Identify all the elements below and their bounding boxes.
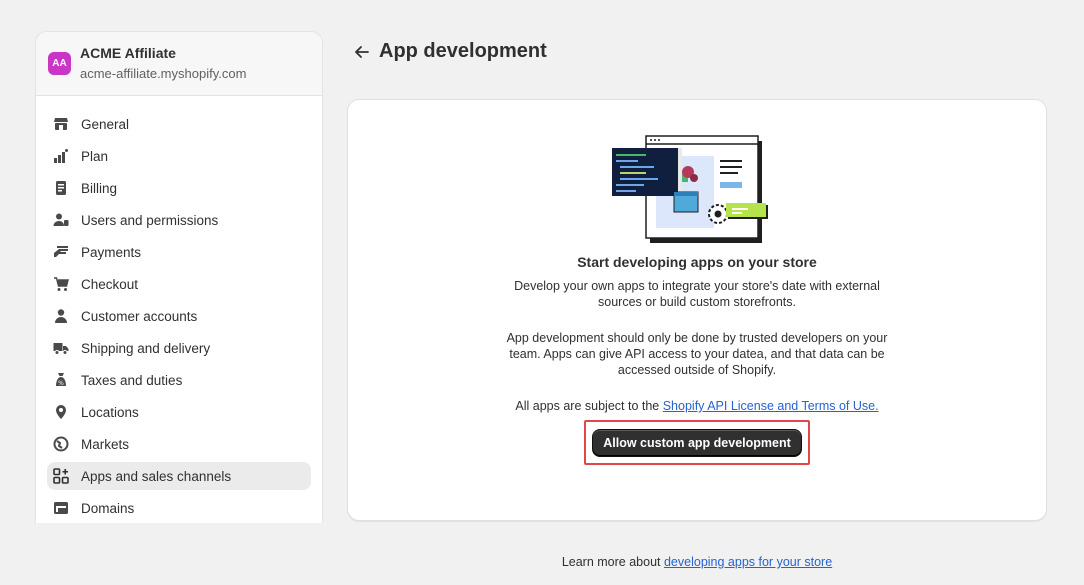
terms-prefix: All apps are subject to the — [515, 399, 663, 413]
app-development-card: Start developing apps on your store Deve… — [347, 99, 1047, 521]
sidebar-item-taxes[interactable]: % Taxes and duties — [47, 366, 311, 394]
store-avatar: AA — [48, 52, 71, 75]
sidebar-item-payments[interactable]: Payments — [47, 238, 311, 266]
sidebar-item-general[interactable]: General — [47, 110, 311, 138]
footer-link[interactable]: developing apps for your store — [664, 555, 832, 569]
users-icon — [53, 212, 69, 228]
sidebar-item-label: Domains — [81, 500, 135, 516]
footer-learn-more: Learn more about developing apps for you… — [347, 555, 1047, 569]
card-description-line: Develop your own apps to integrate your … — [514, 279, 880, 293]
back-arrow-icon[interactable] — [353, 43, 371, 61]
sidebar-item-plan[interactable]: Plan — [47, 142, 311, 170]
card-warning-line: team. Apps can give API access to your d… — [509, 347, 885, 361]
domains-icon — [53, 500, 69, 516]
sidebar-item-users[interactable]: Users and permissions — [47, 206, 311, 234]
person-icon — [53, 308, 69, 324]
sidebar-item-domains[interactable]: Domains — [47, 494, 311, 522]
plan-icon — [53, 148, 69, 164]
sidebar-item-markets[interactable]: Markets — [47, 430, 311, 458]
footer-prefix: Learn more about — [561, 555, 664, 569]
sidebar-item-label: Shipping and delivery — [81, 340, 211, 356]
truck-icon — [53, 340, 69, 356]
card-title: Start developing apps on your store — [577, 254, 817, 270]
sidebar-item-label: Billing — [81, 180, 118, 196]
card-warning-line: App development should only be done by t… — [506, 331, 888, 345]
card-description-line: sources or build custom storefronts. — [598, 295, 796, 309]
settings-nav: General Plan Billing Users and permissio… — [36, 96, 322, 522]
card-warning: App development should only be done by t… — [348, 330, 1046, 378]
card-description: Develop your own apps to integrate your … — [348, 278, 1046, 310]
svg-text:%: % — [58, 380, 64, 387]
store-name: ACME Affiliate — [80, 45, 176, 61]
sidebar-item-label: Markets — [81, 436, 130, 452]
terms-notice: All apps are subject to the Shopify API … — [348, 398, 1046, 414]
billing-icon — [53, 180, 69, 196]
globe-icon — [53, 436, 69, 452]
sidebar-item-label: Checkout — [81, 276, 139, 292]
cart-icon — [53, 276, 69, 292]
apps-icon — [53, 468, 69, 484]
sidebar-item-label: Payments — [81, 244, 142, 260]
card-warning-line: accessed outside of Shopify. — [617, 363, 777, 377]
sidebar-item-label: Customer accounts — [81, 308, 198, 324]
sidebar-item-label: General — [81, 116, 130, 132]
sidebar-item-shipping[interactable]: Shipping and delivery — [47, 334, 311, 362]
sidebar-item-label: Users and permissions — [81, 212, 219, 228]
sidebar-item-billing[interactable]: Billing — [47, 174, 311, 202]
allow-custom-app-development-button[interactable]: Allow custom app development — [592, 429, 802, 457]
sidebar-item-label: Locations — [81, 404, 139, 420]
store-icon — [53, 116, 69, 132]
sidebar-item-customer-accounts[interactable]: Customer accounts — [47, 302, 311, 330]
settings-sidebar: AA ACME Affiliate acme-affiliate.myshopi… — [35, 31, 323, 523]
sidebar-item-label: Apps and sales channels — [81, 468, 232, 484]
sidebar-item-locations[interactable]: Locations — [47, 398, 311, 426]
store-domain: acme-affiliate.myshopify.com — [80, 66, 247, 81]
tax-bag-icon: % — [53, 372, 69, 388]
location-pin-icon — [53, 404, 69, 420]
store-header[interactable]: AA ACME Affiliate acme-affiliate.myshopi… — [36, 32, 322, 96]
page-header: App development — [353, 40, 547, 63]
terms-link[interactable]: Shopify API License and Terms of Use. — [663, 399, 879, 413]
sidebar-item-apps[interactable]: Apps and sales channels — [47, 462, 311, 490]
sidebar-item-label: Taxes and duties — [81, 372, 183, 388]
app-development-illustration — [612, 135, 768, 243]
page-title: App development — [379, 40, 547, 62]
payments-icon — [53, 244, 69, 260]
sidebar-item-label: Plan — [81, 148, 109, 164]
sidebar-item-checkout[interactable]: Checkout — [47, 270, 311, 298]
